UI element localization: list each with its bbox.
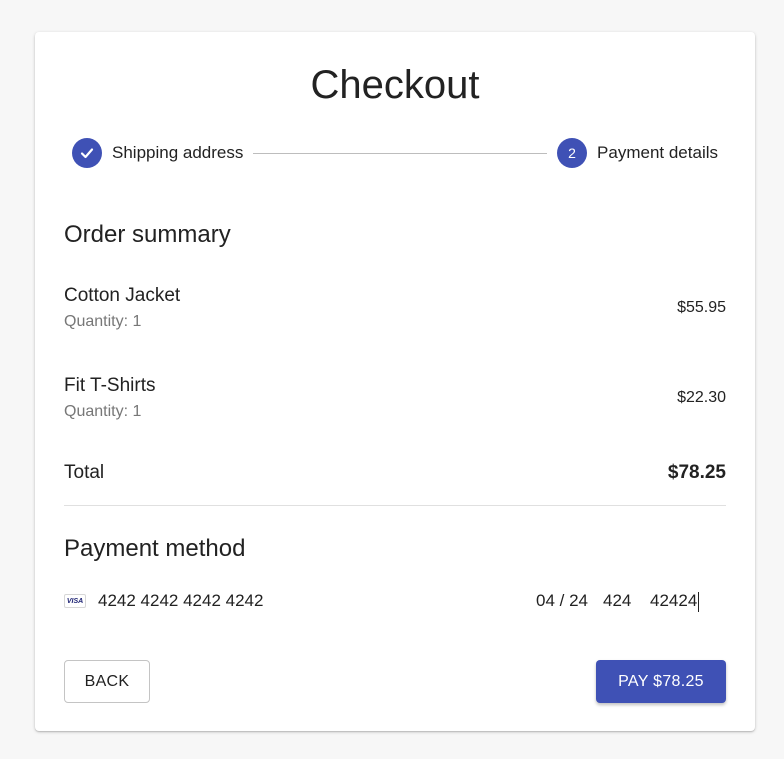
step-number-icon: 2: [557, 138, 588, 168]
total-row: Total $78.25: [64, 461, 726, 487]
card-number-field[interactable]: 4242 4242 4242 4242: [98, 590, 263, 612]
divider: [64, 505, 726, 506]
page-title: Checkout: [310, 63, 480, 107]
card-zip-field[interactable]: 42424: [650, 590, 700, 612]
item-name: Cotton Jacket: [64, 285, 181, 306]
step-payment-details[interactable]: 2 Payment details: [557, 138, 718, 168]
checkout-card: Checkout Shipping address 2 Payment deta…: [35, 32, 755, 731]
back-button[interactable]: BACK: [64, 660, 150, 703]
total-label: Total: [64, 462, 105, 483]
step-shipping-address[interactable]: Shipping address: [72, 138, 243, 168]
item-name: Fit T-Shirts: [64, 375, 156, 396]
check-icon: [72, 138, 102, 168]
text-caret: [698, 591, 700, 612]
total-value: $78.25: [667, 462, 726, 483]
list-item: Cotton Jacket Quantity: 1 $55.95: [64, 284, 726, 334]
card-expiry-field[interactable]: 04 / 24: [536, 590, 588, 612]
checkout-stepper: Shipping address 2 Payment details: [72, 138, 718, 168]
item-price: $22.30: [677, 389, 726, 406]
item-quantity: Quantity: 1: [64, 313, 142, 330]
pay-button[interactable]: PAY $78.25: [596, 660, 726, 703]
step-label: Payment details: [597, 143, 718, 162]
visa-icon: VISA: [64, 594, 86, 608]
list-item: Fit T-Shirts Quantity: 1 $22.30: [64, 374, 726, 424]
step-label: Shipping address: [112, 143, 244, 162]
step-connector: [253, 152, 548, 154]
zip-value: 42424: [650, 591, 698, 610]
item-price: $55.95: [677, 299, 726, 316]
payment-method-heading: Payment method: [64, 535, 246, 562]
item-quantity: Quantity: 1: [64, 403, 142, 420]
card-cvc-field[interactable]: 424: [603, 590, 631, 612]
order-summary-heading: Order summary: [64, 221, 231, 248]
card-input[interactable]: VISA 4242 4242 4242 4242 04 / 24 424 424…: [64, 590, 726, 614]
